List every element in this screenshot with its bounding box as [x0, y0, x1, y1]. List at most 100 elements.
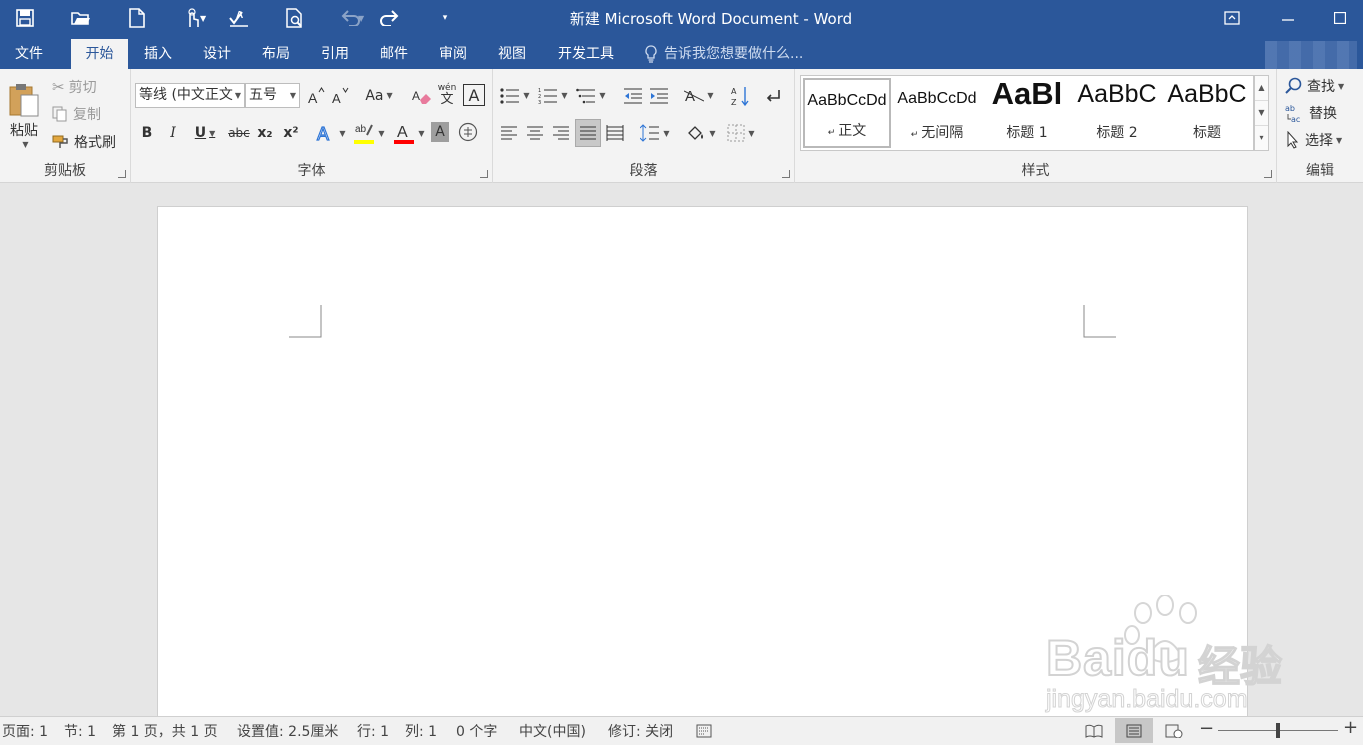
- dialog-launcher-icon[interactable]: [480, 170, 488, 178]
- dialog-launcher-icon[interactable]: [118, 170, 126, 178]
- distributed-icon: [606, 125, 624, 141]
- underline-button[interactable]: U ▼: [187, 121, 223, 145]
- web-layout-icon[interactable]: [1155, 718, 1193, 743]
- user-account-area[interactable]: [1265, 41, 1357, 69]
- redo-icon[interactable]: [374, 4, 404, 32]
- grow-font-button[interactable]: A: [305, 83, 327, 108]
- dialog-launcher-icon[interactable]: [1264, 170, 1272, 178]
- superscript-button[interactable]: x²: [279, 121, 303, 145]
- chevron-down-icon[interactable]: ▼: [358, 14, 368, 23]
- tab-insert[interactable]: 插入: [131, 39, 185, 69]
- tab-references[interactable]: 引用: [308, 39, 362, 69]
- sort-button[interactable]: AZ: [729, 83, 753, 108]
- character-shading-button[interactable]: A: [431, 122, 449, 142]
- read-mode-icon[interactable]: [1075, 718, 1113, 743]
- status-word-count[interactable]: 0 个字: [456, 721, 497, 741]
- status-language[interactable]: 中文(中国): [519, 721, 586, 741]
- minimize-icon[interactable]: [1265, 0, 1311, 36]
- ribbon-display-options-icon[interactable]: [1209, 0, 1255, 36]
- save-icon[interactable]: [10, 4, 40, 32]
- line-spacing-button[interactable]: ▼: [637, 121, 673, 145]
- tab-file[interactable]: 文件: [0, 39, 58, 69]
- change-case-button[interactable]: Aa ▼: [361, 83, 397, 108]
- maximize-icon[interactable]: [1317, 0, 1363, 36]
- open-folder-icon[interactable]: [66, 4, 96, 32]
- status-line[interactable]: 行: 1: [357, 721, 389, 741]
- highlight-color-button[interactable]: ab ▼: [351, 119, 387, 147]
- document-area[interactable]: [0, 183, 1363, 726]
- gallery-down-icon[interactable]: ▼: [1255, 101, 1268, 126]
- print-preview-icon[interactable]: [280, 4, 310, 32]
- borders-button[interactable]: ▼: [723, 121, 759, 145]
- style-normal[interactable]: AaBbCcDd ↵ 正文: [803, 78, 891, 148]
- zoom-out-icon[interactable]: −: [1199, 718, 1214, 739]
- replace-button[interactable]: ab ac 替换: [1285, 102, 1337, 124]
- bold-button[interactable]: B: [135, 121, 159, 145]
- font-color-button[interactable]: A ▼: [391, 119, 427, 147]
- align-right-button[interactable]: [549, 121, 573, 145]
- multilevel-list-button[interactable]: ▼: [573, 83, 609, 108]
- customize-qat-icon[interactable]: ▾: [430, 4, 460, 32]
- font-size-select[interactable]: 五号 ▼: [245, 83, 300, 108]
- status-page[interactable]: 页面: 1: [2, 721, 48, 741]
- tab-view[interactable]: 视图: [485, 39, 539, 69]
- style-title[interactable]: AaBbC 标题: [1163, 78, 1251, 148]
- status-column[interactable]: 列: 1: [405, 721, 437, 741]
- subscript-button[interactable]: x₂: [253, 121, 277, 145]
- gallery-more-icon[interactable]: ▾: [1255, 126, 1268, 151]
- tab-home[interactable]: 开始: [71, 39, 128, 69]
- status-section[interactable]: 节: 1: [64, 721, 96, 741]
- strikethrough-button[interactable]: abc: [227, 121, 251, 145]
- clear-formatting-button[interactable]: A: [411, 83, 433, 108]
- find-button[interactable]: 查找 ▼: [1285, 75, 1344, 97]
- bullets-button[interactable]: ▼: [497, 83, 533, 108]
- new-document-icon[interactable]: [122, 4, 152, 32]
- align-center-button[interactable]: [523, 121, 547, 145]
- macro-record-icon[interactable]: [688, 718, 720, 743]
- show-marks-button[interactable]: [761, 83, 785, 108]
- zoom-slider-thumb[interactable]: [1276, 723, 1280, 738]
- paragraph-mark-icon: [766, 89, 780, 102]
- align-left-button[interactable]: [497, 121, 521, 145]
- copy-button[interactable]: 复制: [52, 104, 101, 124]
- font-name-select[interactable]: 等线 (中文正文 ▼: [135, 83, 245, 108]
- style-heading-2[interactable]: AaBbC 标题 2: [1073, 78, 1161, 148]
- sort-icon: AZ: [731, 86, 749, 107]
- justify-button[interactable]: [575, 119, 601, 147]
- format-painter-button[interactable]: 格式刷: [52, 132, 116, 152]
- tab-design[interactable]: 设计: [190, 39, 244, 69]
- gallery-up-icon[interactable]: ▲: [1255, 76, 1268, 101]
- phonetic-guide-button[interactable]: wén 文: [435, 81, 459, 109]
- tell-me-box[interactable]: 告诉我您想要做什么...: [644, 39, 803, 69]
- select-button[interactable]: 选择 ▼: [1285, 129, 1342, 151]
- enclose-characters-button[interactable]: A: [463, 84, 485, 106]
- chevron-down-icon[interactable]: ▼: [22, 140, 28, 149]
- chevron-down-icon[interactable]: ▼: [200, 14, 210, 23]
- status-page-count[interactable]: 第 1 页，共 1 页: [112, 721, 218, 741]
- increase-indent-button[interactable]: [647, 83, 671, 108]
- shrink-font-button[interactable]: A: [329, 83, 351, 108]
- chinese-layout-button[interactable]: A ▼: [681, 83, 717, 108]
- text-effects-button[interactable]: A ▼: [313, 121, 349, 145]
- document-page[interactable]: [157, 206, 1248, 726]
- tab-layout[interactable]: 布局: [249, 39, 303, 69]
- italic-button[interactable]: I: [161, 121, 185, 145]
- shading-button[interactable]: ▼: [683, 121, 719, 145]
- tab-review[interactable]: 审阅: [426, 39, 480, 69]
- dialog-launcher-icon[interactable]: [782, 170, 790, 178]
- tab-developer[interactable]: 开发工具: [546, 39, 626, 69]
- numbering-button[interactable]: 1 2 3 ▼: [535, 83, 571, 108]
- zoom-in-icon[interactable]: +: [1343, 717, 1358, 738]
- style-heading-1[interactable]: AaBl 标题 1: [983, 76, 1071, 148]
- spelling-check-icon[interactable]: A: [224, 4, 254, 32]
- print-layout-icon[interactable]: [1115, 718, 1153, 743]
- status-setting[interactable]: 设置值: 2.5厘米: [237, 721, 338, 741]
- decrease-indent-button[interactable]: [621, 83, 645, 108]
- paste-button[interactable]: 粘贴 ▼: [4, 75, 44, 155]
- enclose-circle-button[interactable]: [457, 121, 479, 143]
- distributed-button[interactable]: [603, 121, 627, 145]
- cut-button[interactable]: ✂ 剪切: [52, 77, 97, 97]
- tab-mailings[interactable]: 邮件: [367, 39, 421, 69]
- status-track-changes[interactable]: 修订: 关闭: [608, 721, 673, 741]
- style-no-spacing[interactable]: AaBbCcDd ↵ 无间隔: [893, 78, 981, 148]
